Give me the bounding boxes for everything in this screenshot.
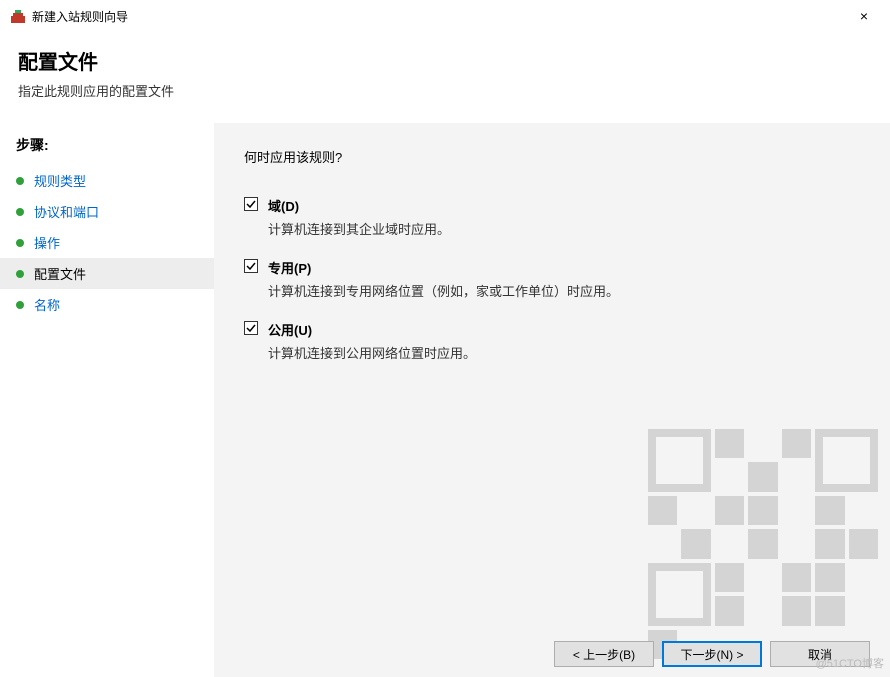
main-panel: 何时应用该规则? 域(D) 计算机连接到其企业域时应用。 专用(P) 计算机连接…	[214, 123, 890, 677]
back-button[interactable]: < 上一步(B)	[554, 641, 654, 667]
question-text: 何时应用该规则?	[244, 147, 860, 166]
step-label: 名称	[34, 295, 60, 314]
steps-heading: 步骤:	[0, 131, 214, 165]
next-button[interactable]: 下一步(N) >	[662, 641, 762, 667]
step-label: 操作	[34, 233, 60, 252]
step-protocol-ports[interactable]: 协议和端口	[0, 196, 214, 227]
option-desc: 计算机连接到其企业域时应用。	[268, 219, 860, 238]
option-text: 公用(U) 计算机连接到公用网络位置时应用。	[268, 320, 860, 362]
option-private: 专用(P) 计算机连接到专用网络位置（例如，家或工作单位）时应用。	[244, 258, 860, 300]
check-icon	[246, 199, 256, 209]
option-text: 域(D) 计算机连接到其企业域时应用。	[268, 196, 860, 238]
option-label: 专用(P)	[268, 258, 860, 277]
step-profile[interactable]: 配置文件	[0, 258, 214, 289]
profile-options: 域(D) 计算机连接到其企业域时应用。 专用(P) 计算机连接到专用网络位置（例…	[244, 196, 860, 362]
bullet-icon	[16, 208, 24, 216]
bullet-icon	[16, 301, 24, 309]
wizard-body: 步骤: 规则类型 协议和端口 操作 配置文件 名称 何时应用该规则?	[0, 122, 890, 677]
qr-watermark	[648, 429, 878, 659]
titlebar: 新建入站规则向导 ×	[0, 0, 890, 32]
page-subtitle: 指定此规则应用的配置文件	[18, 81, 872, 100]
check-icon	[246, 323, 256, 333]
step-label: 协议和端口	[34, 202, 99, 221]
check-icon	[246, 261, 256, 271]
step-rule-type[interactable]: 规则类型	[0, 165, 214, 196]
option-domain: 域(D) 计算机连接到其企业域时应用。	[244, 196, 860, 238]
option-desc: 计算机连接到专用网络位置（例如，家或工作单位）时应用。	[268, 281, 860, 300]
option-text: 专用(P) 计算机连接到专用网络位置（例如，家或工作单位）时应用。	[268, 258, 860, 300]
option-label: 公用(U)	[268, 320, 860, 339]
close-icon[interactable]: ×	[848, 4, 880, 28]
window-title: 新建入站规则向导	[32, 8, 848, 25]
checkbox-public[interactable]	[244, 321, 258, 335]
option-label: 域(D)	[268, 196, 860, 215]
bullet-icon	[16, 239, 24, 247]
step-action[interactable]: 操作	[0, 227, 214, 258]
page-title: 配置文件	[18, 46, 872, 75]
wizard-header: 配置文件 指定此规则应用的配置文件	[0, 32, 890, 122]
bullet-icon	[16, 177, 24, 185]
watermark-text: @51CTO博客	[816, 655, 884, 671]
option-public: 公用(U) 计算机连接到公用网络位置时应用。	[244, 320, 860, 362]
app-icon	[10, 8, 26, 24]
bullet-icon	[16, 270, 24, 278]
step-label: 配置文件	[34, 264, 86, 283]
steps-sidebar: 步骤: 规则类型 协议和端口 操作 配置文件 名称	[0, 123, 214, 677]
option-desc: 计算机连接到公用网络位置时应用。	[268, 343, 860, 362]
step-label: 规则类型	[34, 171, 86, 190]
step-name[interactable]: 名称	[0, 289, 214, 320]
checkbox-domain[interactable]	[244, 197, 258, 211]
checkbox-private[interactable]	[244, 259, 258, 273]
